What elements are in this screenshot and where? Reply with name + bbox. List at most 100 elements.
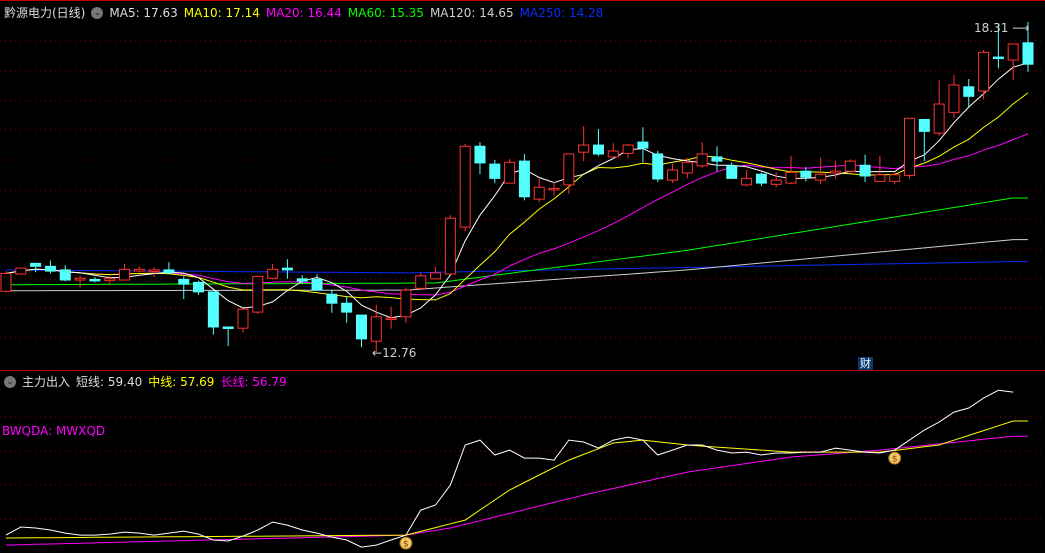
main-chart-header: 黔源电力(日线) ⌄ MA5: 17.63 MA10: 17.14 MA20: … (4, 4, 603, 21)
low-value: 12.76 (382, 346, 417, 360)
candle-up (459, 145, 471, 228)
candle-down (755, 173, 767, 184)
candle-up (948, 84, 960, 113)
candle-down (59, 269, 71, 281)
candle-up (667, 169, 679, 181)
candle-down (89, 278, 101, 282)
long-line-label: 长线: 56.79 (220, 375, 287, 389)
candle-down (163, 269, 175, 274)
candle-down (178, 278, 190, 285)
candle-up (844, 160, 856, 172)
short-line-label: 短线: 59.40 (76, 375, 143, 389)
short-line (5, 389, 1014, 548)
candle-up (15, 267, 27, 275)
arrow-left-icon: ← (372, 346, 383, 360)
ma120-line (6, 239, 1028, 292)
candle-down (296, 278, 308, 282)
candle-down (44, 265, 56, 272)
ma5-label: MA5: 17.63 (109, 5, 178, 20)
candle-down (281, 267, 293, 271)
candle-down (474, 145, 486, 164)
ma10-line (5, 92, 1029, 301)
stock-chart[interactable]: $$ (0, 0, 1045, 553)
candle-up (237, 308, 249, 329)
arrow-icon: ⟶ (1012, 21, 1030, 35)
candle-up (104, 278, 116, 282)
candle-up (607, 150, 619, 158)
candle-up (548, 187, 560, 191)
chevron-down-icon[interactable]: ⌄ (91, 6, 104, 19)
candle-up (385, 317, 397, 321)
candle-up (430, 272, 442, 280)
candle-down (30, 262, 42, 267)
candle-up (415, 275, 427, 289)
candle-up (785, 171, 797, 184)
candle-down (222, 326, 234, 329)
candle-up (1007, 43, 1019, 61)
money-bag-icon-glyph: $ (403, 540, 409, 550)
candle-up (133, 268, 145, 272)
ma10-label: MA10: 17.14 (183, 5, 260, 20)
candle-up (267, 268, 279, 279)
candle-down (963, 86, 975, 97)
candle-up (681, 161, 693, 174)
candle-up (741, 177, 753, 186)
mid-line (5, 420, 1028, 539)
candle-down (726, 165, 738, 179)
candle-up (504, 161, 516, 184)
candle-down (341, 302, 353, 313)
candle-down (355, 314, 367, 340)
candle-up (533, 186, 545, 200)
candle-up (118, 268, 130, 281)
candle-down (489, 163, 501, 179)
ma20-label: MA20: 16.44 (265, 5, 342, 20)
candle-up (578, 144, 590, 153)
low-price-label: ←12.76 (372, 346, 416, 360)
candle-up (874, 174, 886, 182)
candle-up (978, 51, 990, 92)
candle-down (1022, 42, 1034, 65)
candle-up (400, 289, 412, 318)
candle-down (637, 141, 649, 149)
mid-line-label: 中线: 57.69 (148, 375, 215, 389)
candle-down (992, 56, 1004, 60)
candle-up (933, 103, 945, 134)
ma5-line (5, 62, 1029, 319)
stock-title: 黔源电力(日线) (4, 6, 86, 20)
candle-up (444, 217, 456, 275)
ma60-label: MA60: 15.35 (347, 5, 424, 20)
candle-down (193, 281, 205, 293)
candle-up (0, 272, 12, 292)
candle-up (889, 174, 901, 182)
money-bag-icon-glyph: $ (892, 455, 898, 465)
candle-up (622, 144, 634, 154)
candle-up (696, 153, 708, 167)
candle-down (518, 160, 530, 198)
candle-up (815, 173, 827, 181)
candle-up (829, 170, 841, 174)
candle-up (563, 153, 575, 186)
candle-down (311, 278, 323, 291)
ma250-label: MA250: 14.28 (519, 5, 604, 20)
chevron-down-icon[interactable]: ⌄ (4, 375, 16, 388)
candle-down (592, 144, 604, 155)
candle-up (148, 269, 160, 272)
candle-up (904, 117, 916, 176)
candle-up (370, 316, 382, 342)
candle-down (800, 170, 812, 178)
candle-down (918, 118, 930, 132)
candle-down (652, 153, 664, 180)
candle-up (770, 179, 782, 185)
indicator-header: ⌄ 主力出入 短线: 59.40 中线: 57.69 长线: 56.79 (4, 373, 287, 390)
high-value: 18.31 (974, 21, 1009, 35)
high-price-label: 18.31 ⟶ (974, 21, 1029, 35)
candle-down (326, 293, 338, 304)
candle-up (252, 275, 264, 313)
indicator-formula: BWQDA: MWXQD (2, 424, 106, 438)
candle-up (74, 277, 86, 281)
candle-down (207, 291, 219, 328)
ma120-label: MA120: 14.65 (429, 5, 514, 20)
candle-down (711, 156, 723, 162)
indicator-title: 主力出入 (22, 375, 71, 389)
finance-marker[interactable]: 财 (858, 357, 873, 370)
